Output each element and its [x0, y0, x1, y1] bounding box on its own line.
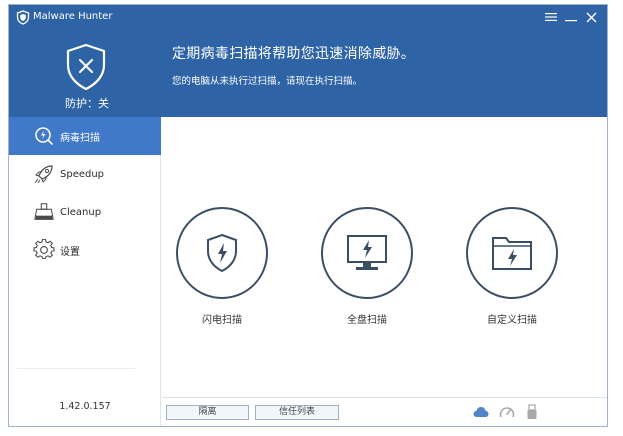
sidebar-item-cleanup[interactable]: Cleanup	[9, 193, 161, 231]
trust-list-button[interactable]: 信任列表	[255, 405, 339, 420]
header-banner: Malware Hunter 防护：关 定期病毒扫描将帮助您迅速消除威胁。 您的…	[9, 5, 607, 117]
cloud-icon	[473, 407, 489, 417]
quick-scan-label: 闪电扫描	[202, 315, 242, 326]
gauge-button[interactable]	[499, 404, 515, 420]
minimize-button[interactable]	[561, 8, 581, 26]
sidebar-item-label: 设置	[60, 246, 80, 258]
custom-scan-button[interactable]	[466, 207, 558, 299]
quick-scan-option[interactable]: 闪电扫描	[172, 207, 272, 326]
title-bar: Malware Hunter	[9, 5, 607, 29]
window-controls	[541, 8, 601, 26]
gear-icon	[33, 239, 55, 261]
menu-button[interactable]	[541, 8, 561, 26]
cloud-button[interactable]	[473, 404, 489, 420]
app-title: Malware Hunter	[33, 11, 113, 22]
scan-icon	[33, 125, 55, 147]
custom-scan-option[interactable]: 自定义扫描	[462, 207, 562, 326]
protection-status: 防护：关	[65, 97, 109, 110]
quick-scan-button[interactable]	[176, 207, 268, 299]
full-scan-label: 全盘扫描	[347, 315, 387, 326]
sidebar-item-label: 病毒扫描	[60, 132, 100, 144]
shield-x-icon	[66, 43, 106, 91]
custom-scan-label: 自定义扫描	[487, 315, 537, 326]
sidebar-item-virus-scan[interactable]: 病毒扫描	[9, 117, 161, 155]
app-logo-icon	[16, 10, 30, 25]
quarantine-button[interactable]: 隔离	[166, 405, 249, 420]
close-icon	[586, 12, 596, 22]
rocket-icon	[33, 163, 55, 185]
broom-icon	[33, 201, 55, 223]
sidebar-divider	[17, 368, 135, 369]
folder-bolt-icon	[492, 237, 532, 270]
sidebar-item-speedup[interactable]: Speedup	[9, 155, 161, 193]
usb-button[interactable]	[524, 404, 540, 420]
main-panel: 闪电扫描 全盘扫描 自定义扫描 隔离 信任列表	[162, 117, 607, 426]
menu-icon	[545, 13, 557, 21]
gauge-icon	[499, 407, 515, 418]
sidebar: 病毒扫描 Speedup Cleanup 设置 1.42.0.157	[9, 117, 161, 426]
close-button[interactable]	[581, 8, 601, 26]
shield-bolt-icon	[207, 233, 237, 273]
sidebar-item-settings[interactable]: 设置	[9, 231, 161, 269]
version-label: 1.42.0.157	[59, 401, 111, 412]
app-window: Malware Hunter 防护：关 定期病毒扫描将帮助您迅速消除威胁。 您的…	[8, 4, 608, 427]
minimize-icon	[565, 20, 577, 22]
banner-headline: 定期病毒扫描将帮助您迅速消除威胁。	[172, 46, 416, 62]
sidebar-item-label: Cleanup	[60, 206, 102, 218]
usb-icon	[527, 404, 537, 419]
bottom-bar: 隔离 信任列表	[162, 397, 607, 426]
monitor-bolt-icon	[347, 235, 387, 270]
banner-subline: 您的电脑从未执行过扫描，请现在执行扫描。	[172, 76, 363, 87]
full-scan-button[interactable]	[321, 207, 413, 299]
sidebar-item-label: Speedup	[60, 168, 105, 180]
full-scan-option[interactable]: 全盘扫描	[317, 207, 417, 326]
